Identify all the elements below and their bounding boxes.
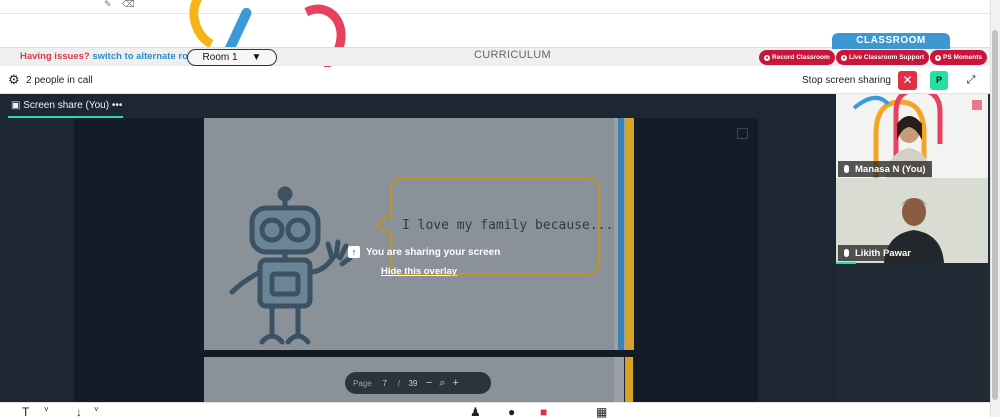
- more-options-icon[interactable]: •••: [112, 100, 123, 111]
- close-icon: ✕: [902, 73, 913, 87]
- people-count: 2 people in call: [26, 75, 93, 86]
- current-page-input[interactable]: 7: [379, 379, 391, 388]
- classroom-tab[interactable]: CLASSROOM: [832, 33, 950, 49]
- live-support-button[interactable]: ● Live Classroom Support: [836, 50, 930, 65]
- microphone-icon[interactable]: [844, 165, 849, 173]
- total-pages: 39: [408, 378, 418, 388]
- slide-stripe-yellow: [625, 118, 633, 402]
- participant-name: Manasa N (You): [855, 163, 926, 175]
- zoom-out-icon[interactable]: −: [426, 377, 432, 389]
- support-icon: ●: [841, 54, 847, 61]
- pill-label: PS Moments: [943, 54, 983, 61]
- eraser-icon[interactable]: ⌫: [122, 0, 135, 9]
- ps-moments-button[interactable]: ● PS Moments: [930, 50, 988, 65]
- p-button[interactable]: P: [930, 71, 948, 90]
- curriculum-tab[interactable]: CURRICULUM: [474, 49, 551, 61]
- sharing-overlay-message: You are sharing your screen: [366, 247, 501, 258]
- issues-notice: Having issues? switch to alternate room: [20, 51, 202, 62]
- record-classroom-button[interactable]: ● Record Classroom: [759, 50, 835, 65]
- stage-right-margin: [634, 118, 758, 402]
- microphone-icon[interactable]: [844, 249, 849, 257]
- room-caret-icon: ▼: [251, 52, 262, 63]
- record-icon: ●: [764, 54, 770, 61]
- chevron-down-icon[interactable]: ˅: [94, 405, 99, 414]
- zoom-in-icon[interactable]: +: [453, 377, 459, 389]
- pill-label: Live Classroom Support: [849, 54, 925, 61]
- alternate-room-link[interactable]: switch to alternate room: [92, 51, 202, 62]
- popout-icon[interactable]: [737, 128, 748, 139]
- share-screen-icon: ↑: [348, 246, 360, 258]
- slide-prompt-text: I love my family because...: [402, 218, 614, 233]
- bottom-toolbar: [0, 402, 990, 417]
- moments-icon: ●: [935, 54, 941, 61]
- scrollbar-thumb[interactable]: [992, 30, 998, 400]
- hide-overlay-link[interactable]: Hide this overlay: [381, 266, 457, 277]
- stop-sharing-label[interactable]: Stop screen sharing: [802, 75, 891, 86]
- speaking-indicator: [836, 262, 856, 264]
- stage-tab-row: [0, 94, 836, 118]
- robot-illustration: [229, 186, 353, 345]
- participant-label: Likith Pawar: [838, 245, 917, 261]
- top-strip: [0, 0, 990, 14]
- slide-stripe-blue: [618, 118, 624, 350]
- gear-icon[interactable]: ⚙: [8, 72, 20, 88]
- tab-screen-share-label: Screen share (You): [23, 100, 110, 111]
- zoom-icon[interactable]: ⌕: [439, 377, 445, 390]
- slide-gap: [204, 350, 634, 357]
- participant-name: Likith Pawar: [855, 247, 911, 259]
- tab-screen-share[interactable]: ▣ Screen share (You) •••: [11, 100, 122, 111]
- stop-sharing-button[interactable]: ✕: [898, 71, 917, 90]
- page-label: Page: [353, 378, 372, 388]
- pill-label: Record Classroom: [772, 54, 830, 61]
- expand-icon[interactable]: ⤢: [962, 71, 980, 90]
- room-selector[interactable]: Room 1 ▼: [187, 49, 277, 66]
- pencil-icon[interactable]: ✎: [104, 0, 114, 9]
- participant-label: Manasa N (You): [838, 161, 932, 177]
- page-separator: /: [397, 378, 400, 388]
- slide-next-edge: [614, 357, 624, 402]
- screen-icon: ▣: [11, 100, 21, 111]
- page-controls: Page 7 / 39 − ⌕ +: [345, 372, 491, 394]
- issues-text: Having issues?: [20, 51, 90, 62]
- stage-left-margin: [74, 118, 204, 402]
- room-label: Room 1: [202, 52, 238, 63]
- chevron-down-icon[interactable]: ˅: [44, 405, 49, 414]
